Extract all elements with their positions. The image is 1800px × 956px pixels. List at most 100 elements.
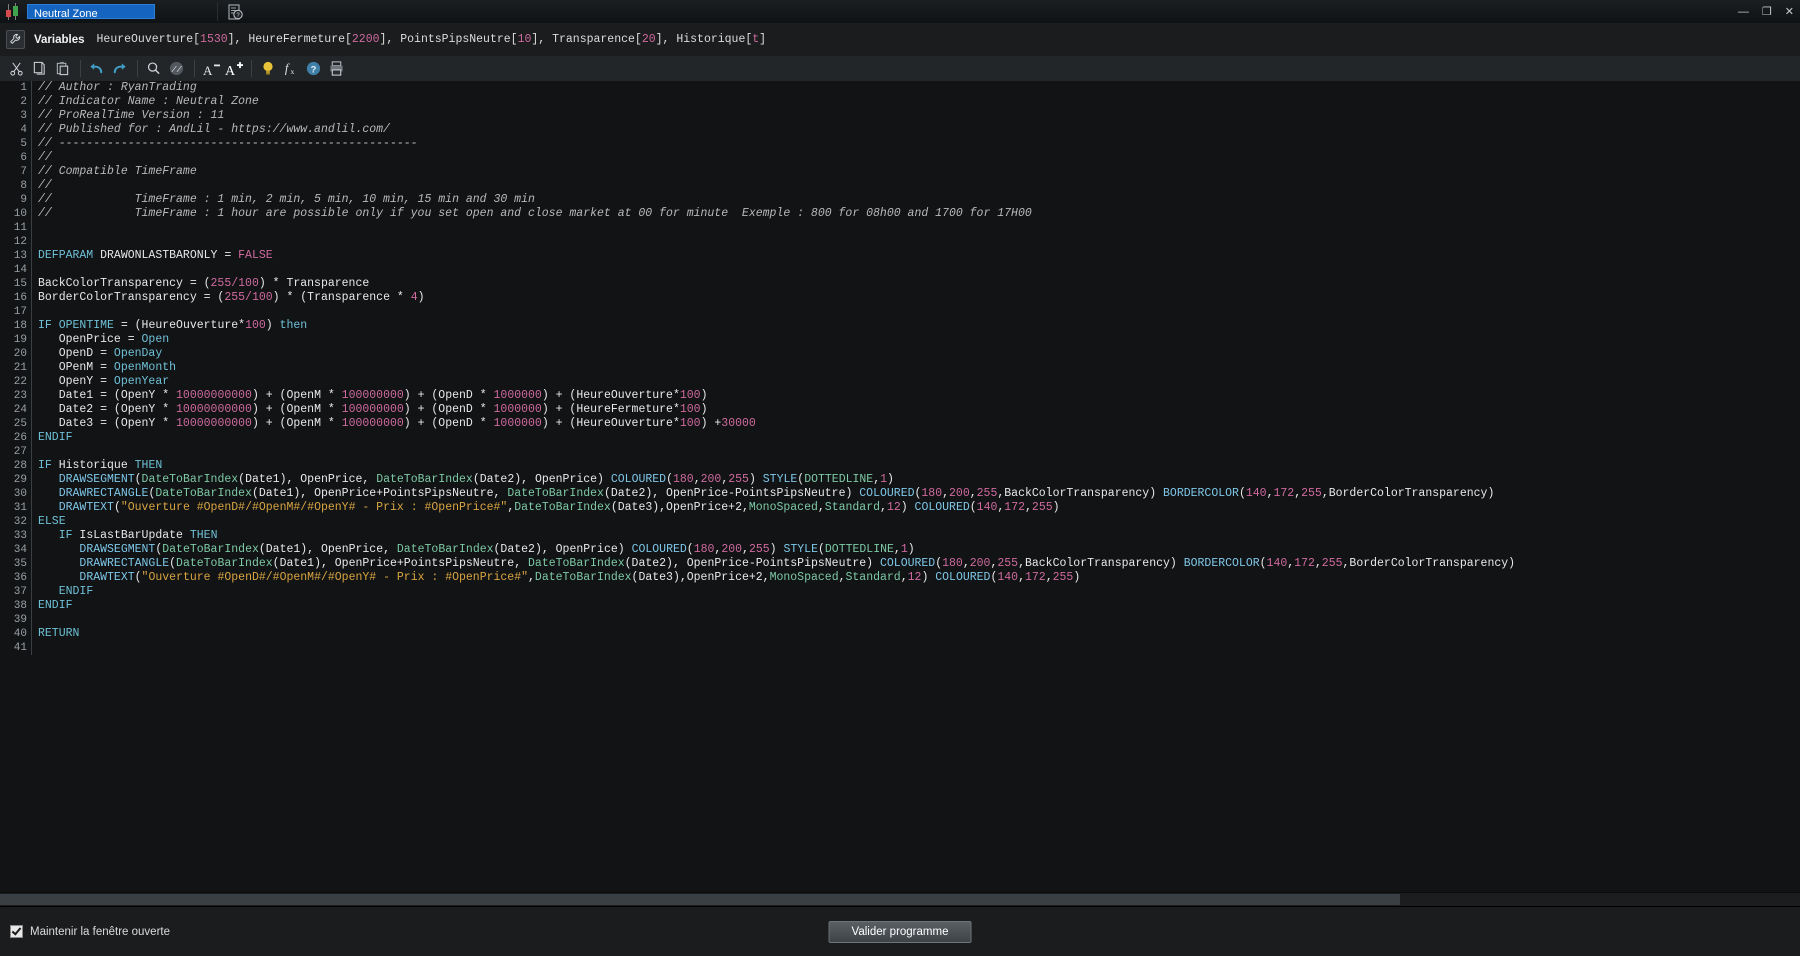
- code-line-text[interactable]: [32, 263, 45, 277]
- code-line-text[interactable]: Date1 = (OpenY * 10000000000) + (OpenM *…: [32, 389, 707, 403]
- code-line[interactable]: 3// ProRealTime Version : 11: [0, 109, 1800, 123]
- code-line[interactable]: 41: [0, 641, 1800, 655]
- code-line[interactable]: 33 IF IsLastBarUpdate THEN: [0, 529, 1800, 543]
- code-line-text[interactable]: OpenPrice = Open: [32, 333, 169, 347]
- help-icon[interactable]: ?: [303, 58, 324, 79]
- code-line-text[interactable]: // Published for : AndLil - https://www.…: [32, 123, 390, 137]
- code-line[interactable]: 37 ENDIF: [0, 585, 1800, 599]
- code-line[interactable]: 1// Author : RyanTrading: [0, 81, 1800, 95]
- code-line-text[interactable]: [32, 221, 45, 235]
- validate-program-button[interactable]: Valider programme: [829, 921, 972, 943]
- code-line[interactable]: 28IF Historique THEN: [0, 459, 1800, 473]
- code-line[interactable]: 34 DRAWSEGMENT(DateToBarIndex(Date1), Op…: [0, 543, 1800, 557]
- code-line[interactable]: 7// Compatible TimeFrame: [0, 165, 1800, 179]
- code-line[interactable]: 27: [0, 445, 1800, 459]
- code-line-text[interactable]: ENDIF: [32, 599, 73, 613]
- close-button[interactable]: ✕: [1785, 7, 1794, 17]
- code-line[interactable]: 22 OpenY = OpenYear: [0, 375, 1800, 389]
- code-line-text[interactable]: //: [32, 151, 52, 165]
- code-line[interactable]: 30 DRAWRECTANGLE(DateToBarIndex(Date1), …: [0, 487, 1800, 501]
- code-line[interactable]: 32ELSE: [0, 515, 1800, 529]
- code-line-text[interactable]: [32, 641, 45, 655]
- code-line-text[interactable]: IF OPENTIME = (HeureOuverture*100) then: [32, 319, 307, 333]
- code-line[interactable]: 16BorderColorTransparency = (255/100) * …: [0, 291, 1800, 305]
- code-line-text[interactable]: [32, 445, 45, 459]
- code-line-text[interactable]: RETURN: [32, 627, 79, 641]
- code-line-text[interactable]: //: [32, 179, 52, 193]
- code-line-text[interactable]: OpenY = OpenYear: [32, 375, 169, 389]
- code-line[interactable]: 31 DRAWTEXT("Ouverture #OpenD#/#OpenM#/#…: [0, 501, 1800, 515]
- code-line[interactable]: 38ENDIF: [0, 599, 1800, 613]
- code-line-text[interactable]: [32, 613, 45, 627]
- paste-icon[interactable]: [52, 58, 73, 79]
- code-editor[interactable]: 1// Author : RyanTrading2// Indicator Na…: [0, 81, 1800, 907]
- lightbulb-icon[interactable]: [257, 58, 278, 79]
- code-line-text[interactable]: BackColorTransparency = (255/100) * Tran…: [32, 277, 369, 291]
- code-line[interactable]: 6//: [0, 151, 1800, 165]
- code-editor-viewport[interactable]: 1// Author : RyanTrading2// Indicator Na…: [0, 81, 1800, 887]
- code-line-text[interactable]: OPenM = OpenMonth: [32, 361, 176, 375]
- code-line-text[interactable]: DRAWRECTANGLE(DateToBarIndex(Date1), Ope…: [32, 487, 1494, 501]
- editor-horizontal-scrollbar[interactable]: [0, 892, 1800, 907]
- code-line[interactable]: 11: [0, 221, 1800, 235]
- code-line[interactable]: 29 DRAWSEGMENT(DateToBarIndex(Date1), Op…: [0, 473, 1800, 487]
- comment-icon[interactable]: //: [166, 58, 187, 79]
- code-line[interactable]: 21 OPenM = OpenMonth: [0, 361, 1800, 375]
- code-line-text[interactable]: [32, 235, 45, 249]
- code-line-text[interactable]: DRAWSEGMENT(DateToBarIndex(Date1), OpenP…: [32, 473, 894, 487]
- code-line[interactable]: 13DEFPARAM DRAWONLASTBARONLY = FALSE: [0, 249, 1800, 263]
- code-line[interactable]: 40RETURN: [0, 627, 1800, 641]
- code-line[interactable]: 36 DRAWTEXT("Ouverture #OpenD#/#OpenM#/#…: [0, 571, 1800, 585]
- scrollbar-thumb[interactable]: [0, 894, 1400, 905]
- copy-icon[interactable]: [29, 58, 50, 79]
- code-line-text[interactable]: ENDIF: [32, 431, 73, 445]
- variables-list[interactable]: HeureOuverture[1530], HeureFermeture[220…: [97, 33, 767, 46]
- code-line-text[interactable]: Date2 = (OpenY * 10000000000) + (OpenM *…: [32, 403, 707, 417]
- undo-icon[interactable]: [86, 58, 107, 79]
- code-line-text[interactable]: IF Historique THEN: [32, 459, 162, 473]
- code-line-text[interactable]: ENDIF: [32, 585, 93, 599]
- code-line-text[interactable]: DRAWTEXT("Ouverture #OpenD#/#OpenM#/#Ope…: [32, 501, 1060, 515]
- code-line[interactable]: 39: [0, 613, 1800, 627]
- maximize-button[interactable]: ❐: [1762, 7, 1772, 17]
- increase-font-icon[interactable]: A: [223, 58, 244, 79]
- redo-icon[interactable]: [109, 58, 130, 79]
- print-icon[interactable]: [326, 58, 347, 79]
- code-line-text[interactable]: // TimeFrame : 1 min, 2 min, 5 min, 10 m…: [32, 193, 535, 207]
- keep-window-open-checkbox[interactable]: [10, 925, 23, 938]
- code-line-text[interactable]: // Compatible TimeFrame: [32, 165, 197, 179]
- wrench-icon[interactable]: [6, 30, 25, 49]
- code-line-text[interactable]: DRAWSEGMENT(DateToBarIndex(Date1), OpenP…: [32, 543, 915, 557]
- code-line[interactable]: 12: [0, 235, 1800, 249]
- document-help-icon[interactable]: ?: [226, 3, 244, 21]
- code-line[interactable]: 18IF OPENTIME = (HeureOuverture*100) the…: [0, 319, 1800, 333]
- code-line[interactable]: 4// Published for : AndLil - https://www…: [0, 123, 1800, 137]
- window-tab-title[interactable]: Neutral Zone: [27, 4, 155, 19]
- code-line[interactable]: 8//: [0, 179, 1800, 193]
- tab-empty-slot[interactable]: [155, 2, 218, 21]
- code-line[interactable]: 19 OpenPrice = Open: [0, 333, 1800, 347]
- keep-window-open-row[interactable]: Maintenir la fenêtre ouverte: [10, 925, 170, 938]
- code-line[interactable]: 15BackColorTransparency = (255/100) * Tr…: [0, 277, 1800, 291]
- code-line[interactable]: 20 OpenD = OpenDay: [0, 347, 1800, 361]
- code-line-text[interactable]: // ProRealTime Version : 11: [32, 109, 224, 123]
- minimize-button[interactable]: —: [1738, 7, 1749, 17]
- code-line[interactable]: 25 Date3 = (OpenY * 10000000000) + (Open…: [0, 417, 1800, 431]
- code-line[interactable]: 9// TimeFrame : 1 min, 2 min, 5 min, 10 …: [0, 193, 1800, 207]
- cut-icon[interactable]: [6, 58, 27, 79]
- code-line-text[interactable]: Date3 = (OpenY * 10000000000) + (OpenM *…: [32, 417, 756, 431]
- search-icon[interactable]: [143, 58, 164, 79]
- code-line-text[interactable]: DRAWRECTANGLE(DateToBarIndex(Date1), Ope…: [32, 557, 1515, 571]
- code-line[interactable]: 26ENDIF: [0, 431, 1800, 445]
- code-line-text[interactable]: OpenD = OpenDay: [32, 347, 162, 361]
- code-line-text[interactable]: ELSE: [32, 515, 66, 529]
- code-line[interactable]: 5// ------------------------------------…: [0, 137, 1800, 151]
- code-line[interactable]: 14: [0, 263, 1800, 277]
- code-line-text[interactable]: // Author : RyanTrading: [32, 81, 197, 95]
- code-line-text[interactable]: DRAWTEXT("Ouverture #OpenD#/#OpenM#/#Ope…: [32, 571, 1080, 585]
- code-line[interactable]: 24 Date2 = (OpenY * 10000000000) + (Open…: [0, 403, 1800, 417]
- code-line-text[interactable]: // -------------------------------------…: [32, 137, 418, 151]
- code-line[interactable]: 2// Indicator Name : Neutral Zone: [0, 95, 1800, 109]
- function-icon[interactable]: f x: [280, 58, 301, 79]
- code-lines-container[interactable]: 1// Author : RyanTrading2// Indicator Na…: [0, 81, 1800, 655]
